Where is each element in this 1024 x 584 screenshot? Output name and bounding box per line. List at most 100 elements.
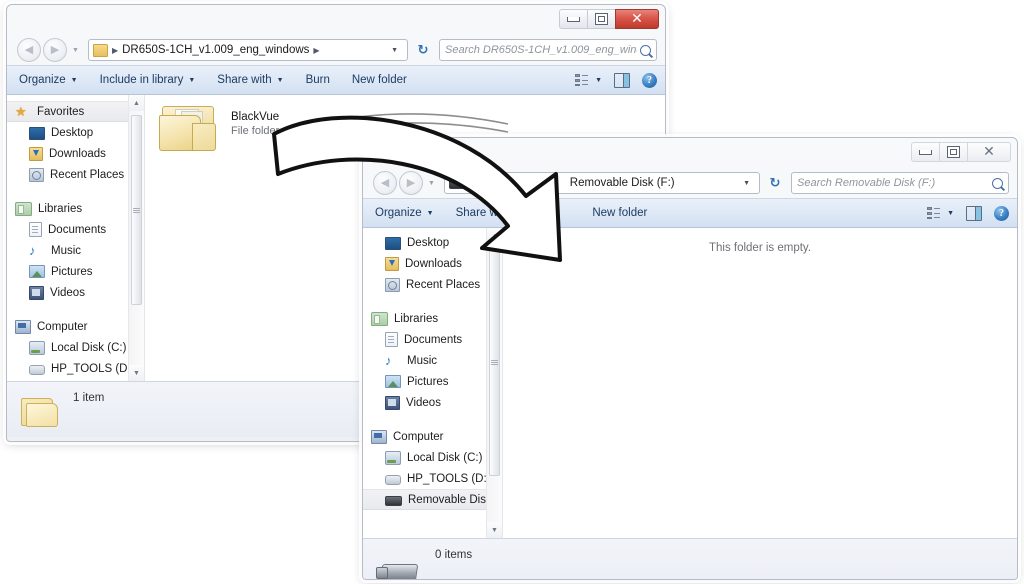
address-bar[interactable]: ▶ DR650S-1CH_v1.009_eng_windows ▶ ▼ (87, 39, 408, 61)
breadcrumb-root[interactable]: Co (479, 177, 494, 189)
refresh-button[interactable]: ↻ (412, 39, 434, 61)
nav-item-documents[interactable]: Documents (363, 329, 502, 350)
nav-item-pictures[interactable]: Pictures (363, 371, 502, 392)
maximize-icon (595, 13, 608, 25)
recent-pages-chevron-icon[interactable]: ▼ (428, 180, 435, 187)
recent-pages-chevron-icon[interactable]: ▼ (72, 47, 79, 54)
nav-item-videos[interactable]: Videos (363, 392, 502, 413)
nav-item-downloads[interactable]: Downloads (7, 143, 144, 164)
toolbar-organize-button[interactable]: Organize ▼ (375, 207, 434, 219)
minimize-button[interactable] (911, 142, 940, 162)
nav-item-music[interactable]: ♪ Music (7, 240, 144, 261)
back-icon: ◀ (24, 43, 34, 56)
nav-item-label: HP_TOOLS (D:) (51, 362, 135, 375)
forward-button[interactable]: ▶ (43, 38, 67, 62)
search-box[interactable]: Search Removable Disk (F:) (791, 172, 1009, 194)
scrollbar-thumb[interactable] (489, 248, 500, 476)
nav-scrollbar[interactable]: ▲ ▼ (128, 95, 144, 381)
nav-item-local-disk-c[interactable]: Local Disk (C:) (363, 447, 502, 468)
nav-scrollbar[interactable]: ▲ ▼ (486, 228, 502, 538)
back-button[interactable]: ◀ (373, 171, 397, 195)
scroll-down-arrow-icon[interactable]: ▼ (129, 365, 144, 381)
status-item-count: 1 item (73, 392, 105, 404)
maximize-button[interactable] (587, 9, 616, 29)
forward-button[interactable]: ▶ (399, 171, 423, 195)
maximize-icon (947, 146, 960, 158)
breadcrumb-separator-end-icon[interactable]: ▶ (313, 46, 319, 55)
scroll-up-arrow-icon[interactable]: ▲ (129, 95, 144, 111)
address-chevron-down-icon[interactable]: ▼ (386, 47, 403, 54)
toolbar-share-with-button[interactable]: Share with ▼ (217, 74, 283, 86)
close-button[interactable]: ✕ (967, 142, 1011, 162)
window2-navigation-pane[interactable]: Desktop Downloads Recent Places Libraries Do… (363, 228, 503, 538)
change-view-button[interactable]: ▼ (927, 207, 954, 219)
search-input[interactable]: Search DR650S-1CH_v1.009_eng_windows (445, 44, 637, 56)
preview-pane-button[interactable] (966, 205, 982, 221)
nav-item-label: Downloads (49, 147, 106, 160)
scrollbar-thumb[interactable] (131, 115, 142, 305)
nav-item-computer[interactable]: Computer (363, 426, 502, 447)
nav-item-local-disk-c[interactable]: Local Disk (C:) (7, 337, 144, 358)
scroll-down-arrow-icon[interactable]: ▼ (487, 522, 502, 538)
nav-item-libraries[interactable]: Libraries (7, 198, 144, 219)
help-button[interactable]: ? (642, 72, 657, 88)
maximize-button[interactable] (939, 142, 968, 162)
back-icon: ◀ (380, 176, 390, 189)
scroll-up-arrow-icon[interactable]: ▲ (487, 228, 502, 244)
music-icon: ♪ (29, 242, 36, 258)
change-view-button[interactable]: ▼ (575, 74, 602, 86)
toolbar-new-folder-button[interactable]: New folder (592, 207, 647, 219)
navigation-buttons: ◀ ▶ ▼ (17, 38, 79, 62)
help-icon: ? (642, 72, 657, 88)
toolbar-new-folder-button[interactable]: New folder (352, 74, 407, 86)
nav-item-downloads[interactable]: Downloads (363, 253, 502, 274)
nav-item-recent-places[interactable]: Recent Places (7, 164, 144, 185)
search-icon (992, 177, 1003, 189)
nav-item-libraries[interactable]: Libraries (363, 308, 502, 329)
preview-pane-button[interactable] (614, 72, 630, 88)
navigation-buttons: ◀ ▶ ▼ (373, 171, 435, 195)
nav-item-favorites[interactable]: ★ Favorites (7, 101, 144, 122)
nav-item-pictures[interactable]: Pictures (7, 261, 144, 282)
back-button[interactable]: ◀ (17, 38, 41, 62)
view-layout-icon (927, 207, 941, 219)
search-box[interactable]: Search DR650S-1CH_v1.009_eng_windows (439, 39, 657, 61)
window1-controls: ✕ (559, 9, 659, 29)
view-layout-icon (575, 74, 589, 86)
window2-file-list[interactable]: This folder is empty. (503, 228, 1017, 538)
nav-item-removable-disk[interactable]: Removable Disk ( (363, 489, 502, 510)
window1-navigation-pane[interactable]: ★ Favorites Desktop Downloads Recent Places L… (7, 95, 145, 381)
nav-item-desktop[interactable]: Desktop (7, 122, 144, 143)
nav-item-recent-places[interactable]: Recent Places (363, 274, 502, 295)
address-chevron-down-icon[interactable]: ▼ (738, 180, 755, 187)
close-icon: ✕ (983, 144, 995, 160)
nav-item-label: Computer (393, 430, 444, 443)
nav-item-label: Music (407, 354, 438, 367)
nav-item-desktop[interactable]: Desktop (363, 232, 502, 253)
nav-item-documents[interactable]: Documents (7, 219, 144, 240)
file-item-blackvue[interactable]: BlackVue File folder (159, 105, 279, 151)
address-bar[interactable]: ▶ Co Removable Disk (F:) ▼ (443, 172, 760, 194)
nav-item-hp-tools-d[interactable]: HP_TOOLS (D:) (363, 468, 502, 489)
toolbar-burn-button[interactable]: Burn (306, 74, 330, 86)
nav-item-computer[interactable]: Computer (7, 316, 144, 337)
nav-item-videos[interactable]: Videos (7, 282, 144, 303)
refresh-button[interactable]: ↻ (764, 172, 786, 194)
nav-item-hp-tools-d[interactable]: HP_TOOLS (D:) (7, 358, 144, 379)
toolbar-share-with-button[interactable]: Share w. (456, 207, 501, 219)
help-button[interactable]: ? (994, 205, 1009, 221)
search-input[interactable]: Search Removable Disk (F:) (797, 177, 989, 189)
breadcrumb-separator-icon: ▶ (468, 178, 476, 188)
close-button[interactable]: ✕ (615, 9, 659, 29)
nav-item-music[interactable]: ♪ Music (363, 350, 502, 371)
window1-title-bar[interactable]: ✕ (7, 5, 665, 35)
toolbar-label: Organize (19, 74, 66, 86)
breadcrumb-path[interactable]: DR650S-1CH_v1.009_eng_windows (122, 44, 309, 56)
window2-title-bar[interactable]: ✕ (363, 138, 1017, 168)
explorer-window-destination[interactable]: ✕ ◀ ▶ ▼ ▶ Co Removable Disk (F:) ▼ ↻ Sea… (362, 137, 1018, 580)
toolbar-organize-button[interactable]: Organize ▼ (19, 74, 78, 86)
minimize-button[interactable] (559, 9, 588, 29)
breadcrumb-path[interactable]: Removable Disk (F:) (570, 177, 675, 189)
nav-item-label: Desktop (51, 126, 94, 139)
toolbar-include-in-library-button[interactable]: Include in library ▼ (100, 74, 196, 86)
